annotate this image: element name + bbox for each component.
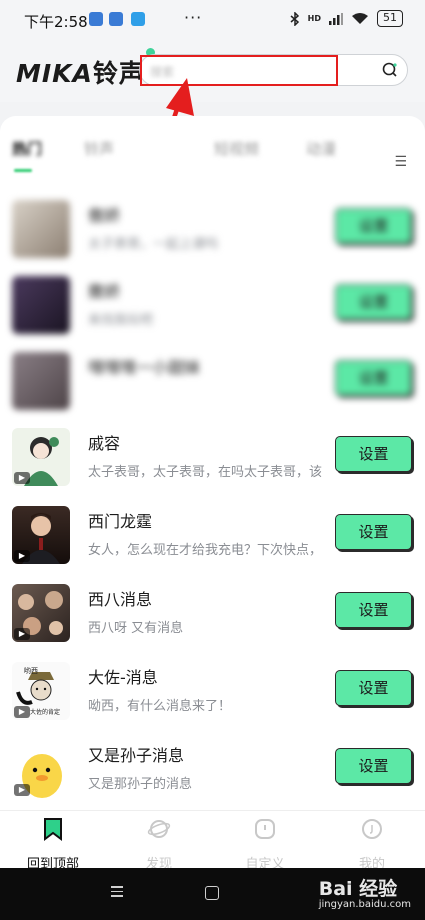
category-tabs: 热门 铃声 短视频 动漫 ☰ [0,132,425,172]
item-desc: 太子表哥，一起上课吗 [88,237,219,252]
signal-hd-label: HD [307,14,321,23]
tab-short-video[interactable]: 短视频 [214,138,259,159]
play-icon[interactable]: ▶ [14,706,30,718]
profile-icon [362,819,382,839]
item-desc: 太子表哥，太子表哥，在吗太子表哥，该 [88,465,323,480]
nav-back-to-top[interactable]: 回到顶部 [8,817,98,872]
item-name: 西八消息 [88,590,153,609]
chat-app-icon [131,12,145,26]
search-icon[interactable] [381,61,399,79]
list-item[interactable]: ▶ 又是孙子消息 又是那孙子的消息 设置 [0,740,425,810]
item-thumbnail: ▶ [12,428,70,486]
item-desc: 女人，怎么现在才给我充电？下次快点， [88,543,323,558]
thumb-caption-top: 哟西 [24,667,38,675]
item-desc: 呦西，有什么消息来了！ [88,699,232,714]
item-thumbnail [12,200,70,258]
list-item[interactable]: 撒娇 来找我玩吧 设置 [0,276,425,354]
list-item[interactable]: 哟西 大佐的肯定 ▶ 大佐-消息 呦西，有什么消息来了！ 设置 [0,662,425,740]
set-button[interactable]: 设置 [335,208,412,244]
thumb-caption: 大佐的肯定 [30,709,61,716]
set-button[interactable]: 设置 [335,670,412,706]
item-thumbnail [12,352,70,410]
item-thumbnail [12,276,70,334]
status-bar: 下午2:58 ··· HD 51 [0,0,425,38]
tab-anime[interactable]: 动漫 [306,138,336,159]
custom-icon [255,819,275,839]
item-thumbnail: ▶ [12,740,70,798]
bookmark-icon [44,818,62,841]
play-icon[interactable]: ▶ [14,550,30,562]
item-thumbnail: 哟西 大佐的肯定 ▶ [12,662,70,720]
tab-ringtone[interactable]: 铃声 [84,138,114,159]
tab-indicator [14,169,32,172]
watermark-main: Bai 经验 [318,878,398,900]
item-name: 又是孙子消息 [88,746,185,765]
watermark: Bai 经验 jingyan.baidu.com [319,874,411,910]
list-item[interactable]: ▶ 西八消息 西八呀 又有消息 设置 [0,584,425,662]
item-thumbnail: ▶ [12,506,70,564]
list-item[interactable]: ▶ 戚容 太子表哥，太子表哥，在吗太子表哥，该 设置 [0,428,425,506]
wifi-icon [352,13,368,24]
item-desc: 西八呀 又有消息 [88,621,184,636]
set-button[interactable]: 设置 [335,514,412,550]
list-item[interactable]: 嘿嘿嘿一小甜妹 设置 [0,352,425,430]
status-right: HD 51 [290,10,403,27]
signal-icon [329,12,343,25]
item-name: 西门龙霆 [88,512,153,531]
list-item[interactable]: ▶ 西门龙霆 女人，怎么现在才给我充电？下次快点， 设置 [0,506,425,584]
item-name: 嘿嘿嘿一小甜妹 [88,358,201,377]
play-icon[interactable]: ▶ [14,472,30,484]
watermark-sub: jingyan.baidu.com [318,899,411,910]
set-button[interactable]: 设置 [335,436,412,472]
content-card: 热门 铃声 短视频 动漫 ☰ 傲娇 太子表哥，一起上课吗 设置 撒娇 来找我玩吧… [0,116,425,810]
nav-custom[interactable]: 自定义 [220,817,310,872]
battery-icon: 51 [377,10,403,27]
more-notifications-icon: ··· [184,8,203,27]
set-button[interactable]: 设置 [335,284,412,320]
home-icon[interactable] [205,886,219,900]
item-name: 撒娇 [88,282,121,301]
set-button[interactable]: 设置 [335,748,412,784]
play-icon[interactable]: ▶ [14,628,30,640]
item-desc: 来找我玩吧 [88,313,154,328]
tabs-more-icon[interactable]: ☰ [394,154,407,170]
bluetooth-app-icon [89,12,103,26]
nav-discover[interactable]: 发现 [114,817,204,872]
item-name: 傲娇 [88,206,121,225]
status-time: 下午2:58 [24,13,88,31]
item-thumbnail: ▶ [12,584,70,642]
set-button[interactable]: 设置 [335,592,412,628]
item-desc: 又是那孙子的消息 [88,777,193,792]
bluetooth-icon [290,11,299,26]
item-name: 戚容 [88,434,121,453]
recent-apps-icon[interactable] [111,886,123,900]
nav-mine[interactable]: 我的 [327,817,417,872]
item-name: 大佐-消息 [88,668,158,687]
system-nav-bar: Bai 经验 jingyan.baidu.com [0,868,425,920]
list-item[interactable]: 傲娇 太子表哥，一起上课吗 设置 [0,200,425,278]
bottom-nav: 回到顶部 发现 自定义 我的 [0,810,425,872]
set-button[interactable]: 设置 [335,360,412,396]
sigma-app-icon [109,12,123,26]
planet-icon [147,820,171,838]
play-icon[interactable]: ▶ [14,784,30,796]
logo-text: MIKA [16,59,93,88]
tab-hot[interactable]: 热门 [12,138,42,159]
